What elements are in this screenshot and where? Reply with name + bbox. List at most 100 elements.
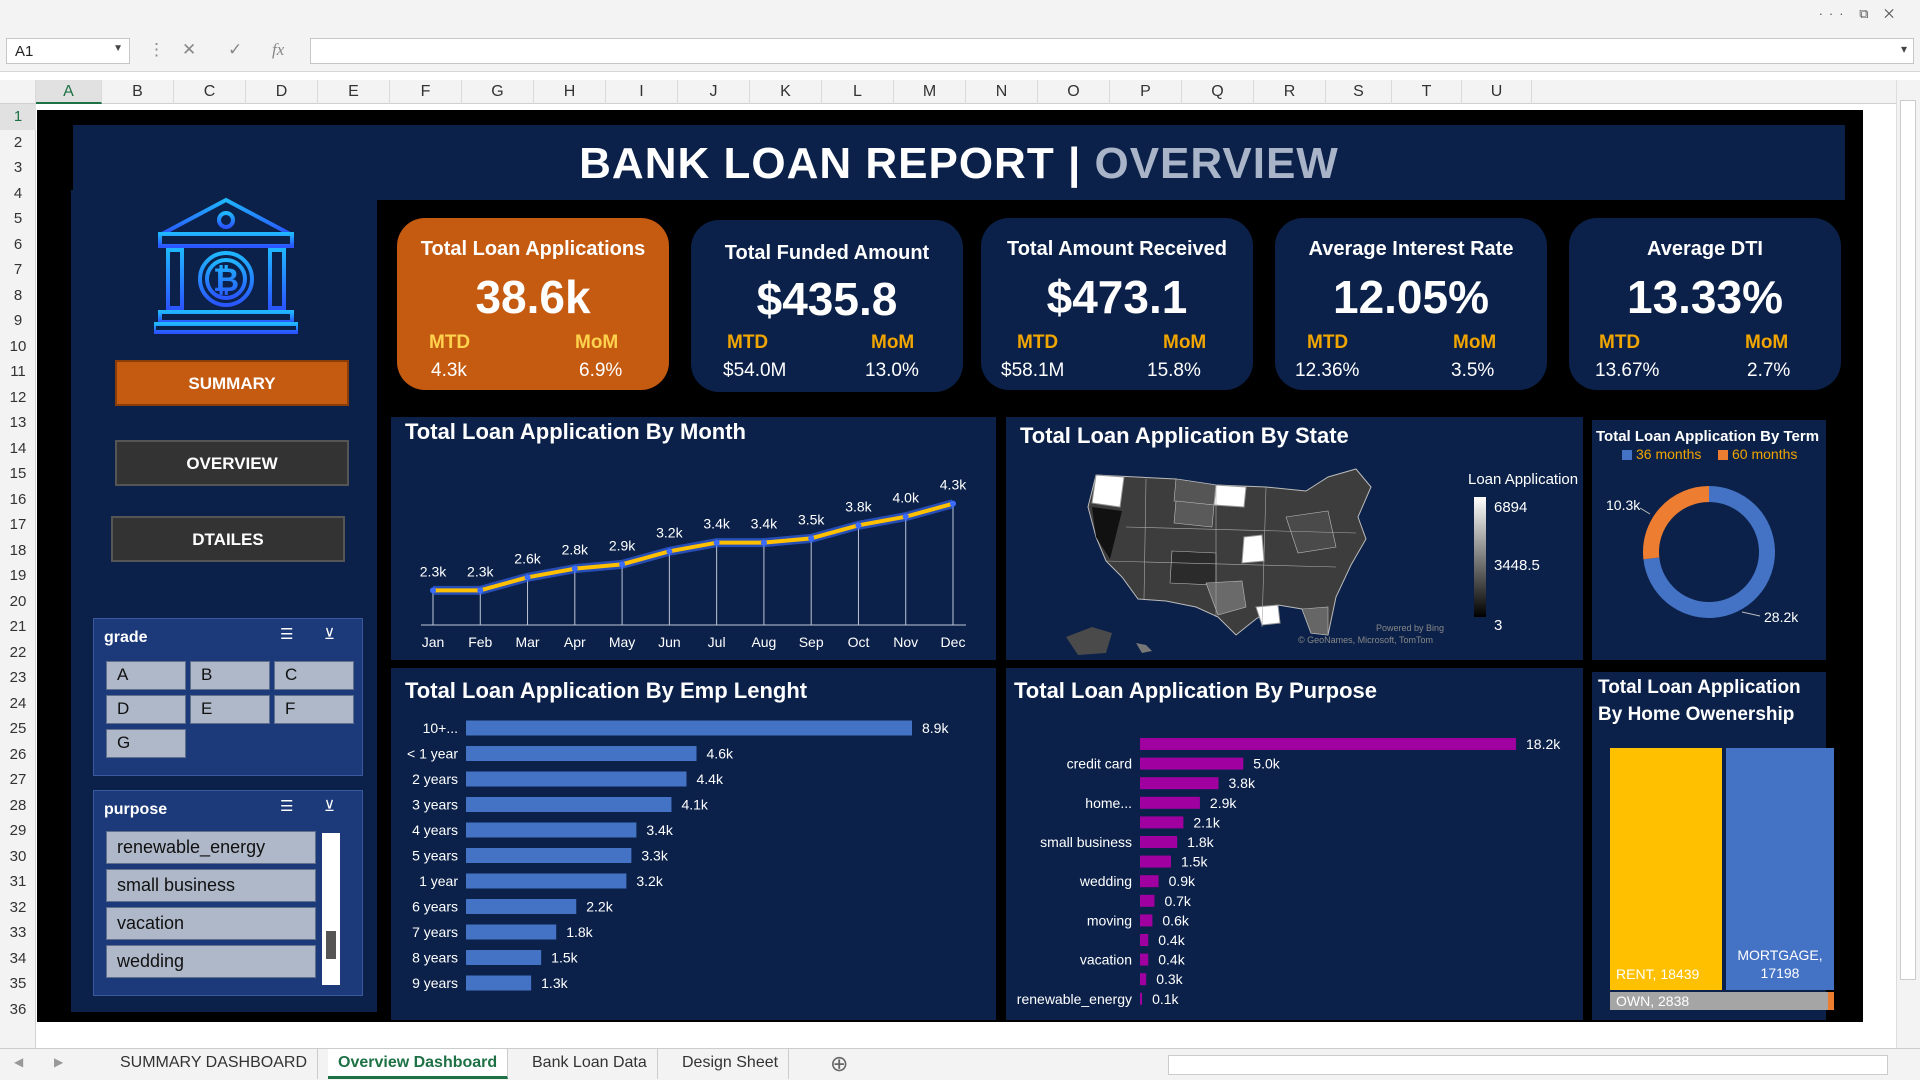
grade-item[interactable]: D (106, 695, 186, 724)
tab-overview-dashboard[interactable]: Overview Dashboard (328, 1049, 509, 1079)
column-header[interactable]: L (822, 80, 894, 104)
row-header[interactable]: 3 (0, 155, 36, 181)
column-header[interactable]: C (174, 80, 246, 104)
row-header[interactable]: 22 (0, 640, 36, 666)
grade-item[interactable]: G (106, 729, 186, 758)
row-header[interactable]: 4 (0, 181, 36, 207)
slicer-scrollbar[interactable] (322, 833, 340, 985)
clear-filter-icon[interactable]: ⊻ (324, 625, 335, 643)
row-header[interactable]: 26 (0, 742, 36, 768)
add-sheet-icon[interactable]: ⊕ (830, 1051, 848, 1077)
row-header[interactable]: 35 (0, 971, 36, 997)
vertical-scroll-thumb[interactable] (1900, 100, 1916, 980)
row-header[interactable]: 34 (0, 946, 36, 972)
purpose-item[interactable]: small business (106, 869, 316, 902)
tab-bank-loan-data[interactable]: Bank Loan Data (522, 1049, 658, 1079)
column-header[interactable]: U (1462, 80, 1532, 104)
row-header[interactable]: 8 (0, 283, 36, 309)
purpose-item[interactable]: renewable_energy (106, 831, 316, 864)
overview-nav-button[interactable]: OVERVIEW (115, 440, 349, 486)
window-controls[interactable]: ··· ⧉ ✕ (1819, 6, 1900, 22)
slicer-scroll-thumb[interactable] (326, 931, 336, 959)
row-header[interactable]: 33 (0, 920, 36, 946)
row-header[interactable]: 32 (0, 895, 36, 921)
cancel-icon[interactable]: ✕ (182, 40, 196, 60)
multi-select-icon[interactable]: ☰ (280, 625, 293, 643)
row-header[interactable]: 36 (0, 997, 36, 1023)
column-header[interactable]: N (966, 80, 1038, 104)
row-header[interactable]: 7 (0, 257, 36, 283)
grade-item[interactable]: B (190, 661, 270, 690)
grade-item[interactable]: A (106, 661, 186, 690)
purpose-bar-chart: 18.2k credit card 5.0k 3.8k home... 2.9k 2.1k s… (1017, 736, 1561, 1007)
column-header[interactable]: P (1110, 80, 1182, 104)
row-header[interactable]: 5 (0, 206, 36, 232)
purpose-item[interactable]: vacation (106, 907, 316, 940)
row-header[interactable]: 9 (0, 308, 36, 334)
expand-formula-icon[interactable]: ▾ (1901, 42, 1907, 56)
row-header[interactable]: 19 (0, 563, 36, 589)
grade-item[interactable]: E (190, 695, 270, 724)
tab-scroll-left-icon[interactable]: ◀ (14, 1055, 23, 1069)
row-header[interactable]: 27 (0, 767, 36, 793)
row-header[interactable]: 10 (0, 334, 36, 360)
tab-design-sheet[interactable]: Design Sheet (672, 1049, 790, 1079)
column-header[interactable]: I (606, 80, 678, 104)
grade-item[interactable]: F (274, 695, 354, 724)
column-header[interactable]: E (318, 80, 390, 104)
purpose-item[interactable]: wedding (106, 945, 316, 978)
tab-summary-dashboard[interactable]: SUMMARY DASHBOARD (110, 1049, 318, 1079)
column-header[interactable]: M (894, 80, 966, 104)
column-header[interactable]: G (462, 80, 534, 104)
bar (1140, 953, 1149, 966)
formula-options-icon[interactable]: ⋮ (148, 40, 165, 60)
row-header[interactable]: 13 (0, 410, 36, 436)
row-header[interactable]: 24 (0, 691, 36, 717)
column-header[interactable]: H (534, 80, 606, 104)
row-header[interactable]: 17 (0, 512, 36, 538)
formula-input[interactable]: ▾ (310, 38, 1914, 64)
treemap-label-line: MORTGAGE, (1737, 947, 1823, 963)
row-header[interactable]: 31 (0, 869, 36, 895)
grade-item[interactable]: C (274, 661, 354, 690)
row-header[interactable]: 21 (0, 614, 36, 640)
column-header[interactable]: R (1254, 80, 1326, 104)
select-all-corner[interactable] (0, 80, 36, 104)
row-header[interactable]: 15 (0, 461, 36, 487)
column-header[interactable]: Q (1182, 80, 1254, 104)
column-header[interactable]: B (102, 80, 174, 104)
column-header[interactable]: K (750, 80, 822, 104)
row-header[interactable]: 16 (0, 487, 36, 513)
row-header[interactable]: 25 (0, 716, 36, 742)
name-box[interactable]: A1 ▼ (6, 38, 130, 64)
column-header[interactable]: D (246, 80, 318, 104)
tab-scroll-right-icon[interactable]: ▶ (54, 1055, 63, 1069)
row-header[interactable]: 11 (0, 359, 36, 385)
row-header[interactable]: 14 (0, 436, 36, 462)
row-header[interactable]: 6 (0, 232, 36, 258)
row-header[interactable]: 28 (0, 793, 36, 819)
clear-filter-icon[interactable]: ⊻ (324, 797, 335, 815)
column-header[interactable]: F (390, 80, 462, 104)
row-header[interactable]: 1 (0, 104, 36, 130)
name-box-dropdown-icon[interactable]: ▼ (113, 43, 123, 54)
row-header[interactable]: 20 (0, 589, 36, 615)
multi-select-icon[interactable]: ☰ (280, 797, 293, 815)
column-header[interactable]: J (678, 80, 750, 104)
column-header[interactable]: O (1038, 80, 1110, 104)
bar (466, 899, 577, 914)
horizontal-scrollbar[interactable] (1168, 1055, 1888, 1075)
column-header[interactable]: S (1326, 80, 1392, 104)
row-header[interactable]: 12 (0, 385, 36, 411)
row-header[interactable]: 2 (0, 130, 36, 156)
row-header[interactable]: 30 (0, 844, 36, 870)
row-header[interactable]: 18 (0, 538, 36, 564)
column-header[interactable]: A (36, 80, 102, 104)
row-header[interactable]: 29 (0, 818, 36, 844)
details-nav-button[interactable]: DTAILES (111, 516, 345, 562)
insert-function-icon[interactable]: fx (272, 40, 284, 60)
row-header[interactable]: 23 (0, 665, 36, 691)
column-header[interactable]: T (1392, 80, 1462, 104)
enter-icon[interactable]: ✓ (228, 40, 242, 60)
summary-nav-button[interactable]: SUMMARY (115, 360, 349, 406)
